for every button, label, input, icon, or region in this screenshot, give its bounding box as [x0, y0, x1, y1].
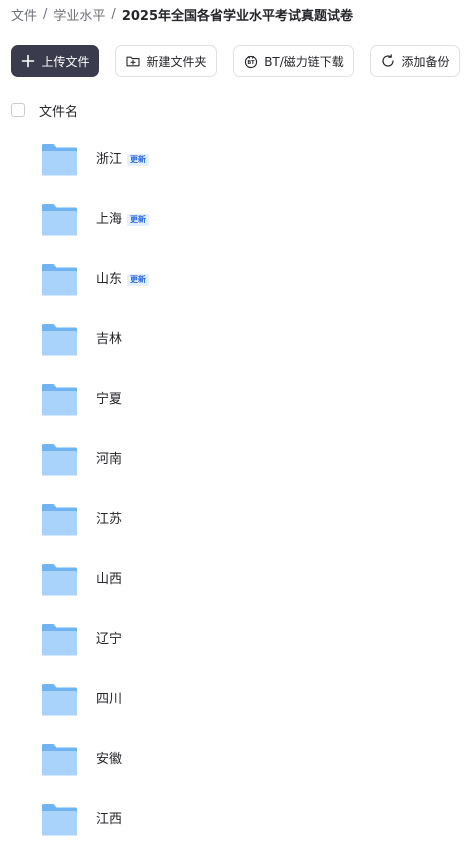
- update-badge: 更新: [127, 274, 149, 286]
- update-badge: 更新: [127, 154, 149, 166]
- folder-name[interactable]: 四川: [96, 690, 122, 710]
- list-item[interactable]: 辽宁: [0, 610, 473, 670]
- folder-icon: [41, 623, 78, 657]
- breadcrumb-item-xueye[interactable]: 学业水平: [53, 5, 105, 24]
- breadcrumb-separator: /: [43, 6, 48, 22]
- upload-button[interactable]: 上传文件: [11, 45, 99, 77]
- list-item[interactable]: 江苏: [0, 490, 473, 550]
- folder-icon: [41, 143, 78, 177]
- folder-name[interactable]: 江苏: [96, 510, 122, 530]
- svg-text:BT: BT: [248, 60, 256, 66]
- folder-name[interactable]: 山东: [96, 270, 122, 290]
- list-item[interactable]: 山西: [0, 550, 473, 610]
- upload-button-label: 上传文件: [41, 54, 90, 69]
- list-item[interactable]: 吉林: [0, 310, 473, 370]
- list-item[interactable]: 宁夏: [0, 370, 473, 430]
- bt-download-button[interactable]: BT BT/磁力链下载: [233, 45, 354, 77]
- folder-icon: [41, 443, 78, 477]
- folder-icon: [41, 203, 78, 237]
- plus-icon: [20, 53, 36, 69]
- folder-icon: [41, 743, 78, 777]
- bt-download-icon: BT: [243, 53, 259, 69]
- folder-icon: [41, 563, 78, 597]
- list-item[interactable]: 河南: [0, 430, 473, 490]
- folder-name[interactable]: 上海: [96, 210, 122, 230]
- new-folder-button-label: 新建文件夹: [146, 54, 207, 69]
- folder-name[interactable]: 山西: [96, 570, 122, 590]
- list-item[interactable]: 安徽: [0, 730, 473, 790]
- breadcrumb-separator: /: [111, 6, 116, 22]
- folder-icon: [41, 803, 78, 837]
- folder-name[interactable]: 吉林: [96, 330, 122, 350]
- folder-icon: [41, 263, 78, 297]
- breadcrumb: 文件 / 学业水平 / 2025年全国各省学业水平考试真题试卷: [11, 4, 353, 24]
- refresh-circle-icon: [380, 53, 396, 69]
- filename-column-header[interactable]: 文件名: [39, 101, 78, 120]
- breadcrumb-item-files[interactable]: 文件: [11, 5, 37, 24]
- add-backup-button[interactable]: 添加备份: [370, 45, 460, 77]
- list-item[interactable]: 上海 更新: [0, 190, 473, 250]
- folder-name[interactable]: 安徽: [96, 750, 122, 770]
- toolbar: 上传文件 新建文件夹 BT BT/磁力链下载 添加备份: [11, 45, 473, 77]
- folder-icon: [41, 683, 78, 717]
- list-item[interactable]: 四川: [0, 670, 473, 730]
- folder-plus-icon: [125, 53, 141, 69]
- folder-name[interactable]: 浙江: [96, 150, 122, 170]
- add-backup-button-label: 添加备份: [401, 54, 450, 69]
- list-item[interactable]: 山东 更新: [0, 250, 473, 310]
- folder-icon: [41, 503, 78, 537]
- folder-name[interactable]: 江西: [96, 810, 122, 830]
- update-badge: 更新: [127, 214, 149, 226]
- select-all-checkbox[interactable]: [11, 103, 25, 117]
- list-item[interactable]: 江西: [0, 790, 473, 850]
- new-folder-button[interactable]: 新建文件夹: [115, 45, 217, 77]
- breadcrumb-current-folder: 2025年全国各省学业水平考试真题试卷: [121, 8, 353, 24]
- file-list-header: 文件名: [11, 101, 78, 120]
- bt-download-button-label: BT/磁力链下载: [264, 54, 344, 69]
- list-item[interactable]: 浙江 更新: [0, 130, 473, 190]
- folder-icon: [41, 383, 78, 417]
- file-list: 浙江 更新 上海 更新 山东 更新 吉林 宁夏 河南 江苏 山西 辽宁 四川 安徽 江西: [0, 130, 473, 850]
- folder-name[interactable]: 辽宁: [96, 630, 122, 650]
- folder-name[interactable]: 宁夏: [96, 390, 122, 410]
- folder-icon: [41, 323, 78, 357]
- folder-name[interactable]: 河南: [96, 450, 122, 470]
